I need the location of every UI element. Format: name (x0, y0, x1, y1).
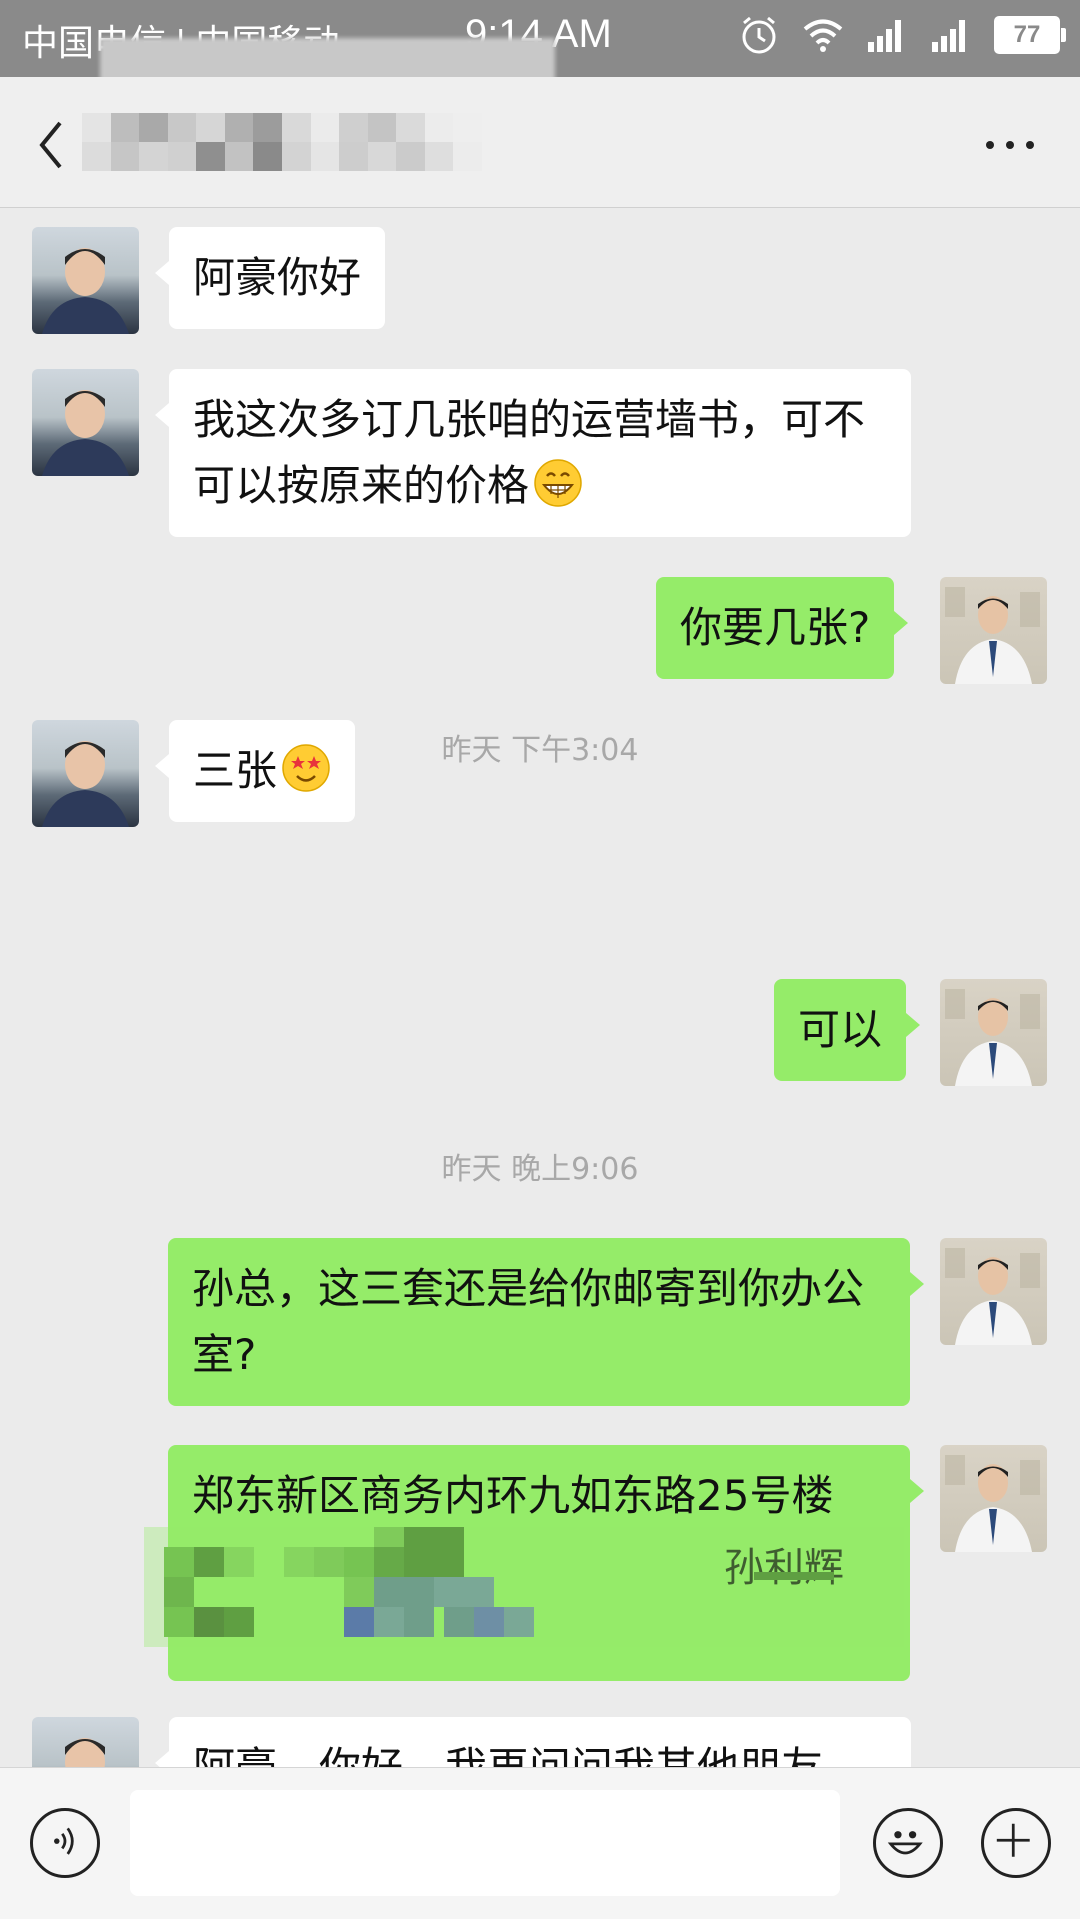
message-text: 孙总，这三套还是给你邮寄到你办公室? (192, 1264, 865, 1379)
chat-header (0, 77, 1080, 208)
message-text: 阿豪你好 (193, 253, 362, 302)
friend-avatar[interactable] (32, 369, 139, 476)
alarm-icon (742, 16, 776, 54)
battery-icon: 77 (994, 16, 1066, 54)
message-bubble-outgoing[interactable]: 你要几张? (656, 577, 909, 679)
message-input[interactable] (130, 1790, 840, 1896)
grin-emoji (534, 459, 582, 507)
my-avatar[interactable] (940, 979, 1047, 1086)
message-bubble-outgoing[interactable]: 孙总，这三套还是给你邮寄到你办公室? (168, 1238, 924, 1406)
blurred-region (100, 38, 555, 82)
status-bar: 中国电信 | 中国移动 9:14 AM 77 (0, 0, 1080, 82)
message-bubble-incoming[interactable]: 我这次多订几张咱的运营墙书，可不可以按原来的价格 (155, 369, 911, 537)
my-avatar[interactable] (940, 1238, 1047, 1345)
message-text: 你要几张? (680, 603, 871, 652)
friend-avatar[interactable] (32, 1717, 139, 1767)
voice-icon (54, 1827, 74, 1855)
message-text: 阿豪，你好，我再问问我其他朋友 (193, 1743, 823, 1767)
voice-button[interactable] (30, 1808, 100, 1878)
message-bubble-incoming[interactable]: 阿豪，你好，我再问问我其他朋友 (155, 1717, 911, 1767)
timestamp: 昨天 下午3:04 (441, 733, 639, 768)
message-bubble-outgoing[interactable]: 可以 (774, 979, 921, 1081)
message-text: 可以 (798, 1005, 883, 1054)
message-text: 我这次多订几张咱的运营墙书，可不可以按原来的价格 (193, 395, 866, 510)
message-text: 郑东新区商务内环九如东路25号楼 (192, 1471, 834, 1520)
my-avatar[interactable] (940, 577, 1047, 684)
smiley-icon (887, 1831, 923, 1855)
wifi-icon (803, 19, 843, 52)
plus-icon (996, 1823, 1030, 1857)
more-dots-icon[interactable] (980, 125, 1040, 165)
plus-button[interactable] (981, 1808, 1051, 1878)
signal-icon-sim1 (932, 20, 965, 52)
status-icons: 77 (738, 14, 1066, 56)
emoji-button[interactable] (873, 1808, 943, 1878)
signal-icon-sim2 (868, 20, 901, 52)
message-list[interactable]: 阿豪你好 我这次多订几张咱的运营墙书，可不可以按原来的价格 你要几张? 三张 昨… (0, 207, 1080, 1767)
chat-title-pixelated (82, 113, 482, 171)
my-avatar[interactable] (940, 1445, 1047, 1552)
message-bubble-outgoing[interactable]: 郑东新区商务内环九如东路25号楼 孙利辉 (144, 1445, 924, 1681)
address-pixelated (144, 1527, 904, 1647)
friend-avatar[interactable] (32, 227, 139, 334)
chevron-left-icon[interactable] (30, 115, 80, 175)
timestamp: 昨天 晚上9:06 (441, 1152, 639, 1187)
message-bubble-incoming[interactable]: 阿豪你好 (154, 227, 386, 329)
input-bar (0, 1767, 1080, 1919)
